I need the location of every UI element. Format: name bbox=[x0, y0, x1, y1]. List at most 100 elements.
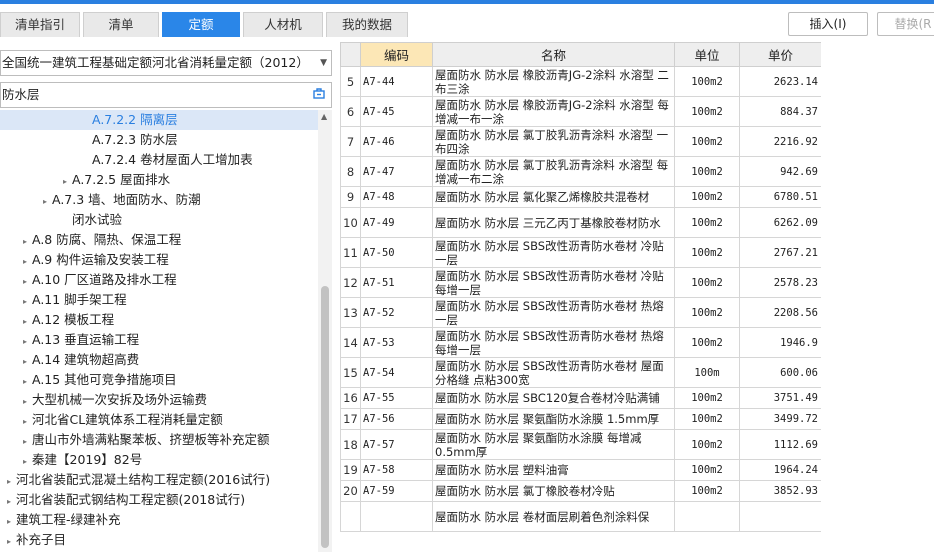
table-row[interactable]: 16 A7-55 屋面防水 防水层 SBC120复合卷材冷贴满铺 100m2 3751.… bbox=[340, 387, 821, 409]
tree-node-label: A.8 防腐、隔热、保温工程 bbox=[32, 232, 182, 247]
tree-scrollbar[interactable]: ▲ bbox=[318, 110, 332, 552]
expand-arrow-icon[interactable]: ▸ bbox=[2, 512, 16, 532]
tree-node[interactable]: ▸ A.11 脚手架工程 bbox=[0, 290, 127, 310]
expand-arrow-icon[interactable]: ▸ bbox=[18, 352, 32, 372]
table-row[interactable]: 15 A7-54 屋面防水 防水层 SBS改性沥青防水卷材 屋面分格缝 点粘300宽… bbox=[340, 357, 821, 388]
table-row[interactable]: 20 A7-59 屋面防水 防水层 氯丁橡胶卷材冷贴 100m2 3852.93 bbox=[340, 480, 821, 502]
row-index: 20 bbox=[340, 480, 361, 502]
row-unit: 100m2 bbox=[674, 297, 740, 328]
row-index: 12 bbox=[340, 267, 361, 298]
row-index: 5 bbox=[340, 66, 361, 97]
expand-arrow-icon[interactable]: ▸ bbox=[2, 492, 16, 512]
table-row[interactable]: 9 A7-48 屋面防水 防水层 氯化聚乙烯橡胶共混卷材 100m2 6780.51 bbox=[340, 186, 821, 208]
tree-node[interactable]: ▸ A.14 建筑物超高费 bbox=[0, 350, 139, 370]
table-row[interactable]: 6 A7-45 屋面防水 防水层 橡胶沥青JG-2涂料 水溶型 每增减一布一涂 100… bbox=[340, 96, 821, 127]
quota-tree: A.7.2.2 隔离层 A.7.2.3 防水层 A.7.2.4 卷材屋面人工增加表 ▸… bbox=[0, 110, 318, 552]
tree-node[interactable]: ▸ 河北省CL建筑体系工程消耗量定额 bbox=[0, 410, 223, 430]
expand-arrow-icon[interactable]: ▸ bbox=[18, 432, 32, 452]
tree-node[interactable]: ▸ A.7.3 墙、地面防水、防潮 bbox=[0, 190, 201, 210]
chevron-down-icon[interactable]: ▼ bbox=[320, 51, 327, 75]
row-unit bbox=[674, 501, 740, 532]
row-unit: 100m2 bbox=[674, 480, 740, 502]
table-row[interactable]: 17 A7-56 屋面防水 防水层 聚氨酯防水涂膜 1.5mm厚 100m2 3499.… bbox=[340, 408, 821, 430]
tab-dinge[interactable]: 定额 bbox=[162, 12, 240, 37]
tree-node[interactable]: ▸ A.9 构件运输及安装工程 bbox=[0, 250, 169, 270]
table-row[interactable]: 11 A7-50 屋面防水 防水层 SBS改性沥青防水卷材 冷贴 一层 100m2 27… bbox=[340, 237, 821, 268]
table-row[interactable]: 19 A7-58 屋面防水 防水层 塑料油膏 100m2 1964.24 bbox=[340, 459, 821, 481]
left-panel: 全国统一建筑工程基础定额河北省消耗量定额（2012） ▼ 防水层 A.7.2.2… bbox=[0, 42, 333, 552]
tree-node[interactable]: ▸ A.7.2.5 屋面排水 bbox=[0, 170, 170, 190]
expand-arrow-icon[interactable]: ▸ bbox=[18, 392, 32, 412]
tree-node[interactable]: ▸ 大型机械一次安拆及场外运输费 bbox=[0, 390, 207, 410]
tree-node[interactable]: ▸ A.10 厂区道路及排水工程 bbox=[0, 270, 177, 290]
expand-arrow-icon[interactable]: ▸ bbox=[2, 532, 16, 552]
tab-qingdan-zhiyin[interactable]: 清单指引 bbox=[0, 12, 80, 37]
tree-node[interactable]: ▸ 建筑工程-绿建补充 bbox=[0, 510, 121, 530]
col-header-price[interactable]: 单价 bbox=[739, 42, 821, 67]
tab-rencaiji[interactable]: 人材机 bbox=[243, 12, 323, 37]
row-code: A7-46 bbox=[360, 126, 433, 157]
tree-node[interactable]: A.7.2.2 隔离层 bbox=[0, 110, 318, 130]
expand-arrow-icon[interactable]: ▸ bbox=[18, 292, 32, 312]
tree-node[interactable]: ▸ 唐山市外墙满粘聚苯板、挤塑板等补充定额 bbox=[0, 430, 270, 450]
row-code: A7-48 bbox=[360, 186, 433, 208]
table-row[interactable]: 屋面防水 防水层 卷材面层刷着色剂涂料保 bbox=[340, 501, 821, 532]
tree-node[interactable]: ▸ 河北省装配式钢结构工程定额(2018试行) bbox=[0, 490, 245, 510]
row-name: 屋面防水 防水层 聚氨酯防水涂膜 每增减0.5mm厚 bbox=[432, 429, 675, 460]
table-row[interactable]: 8 A7-47 屋面防水 防水层 氯丁胶乳沥青涂料 水溶型 每增减一布二涂 100m2… bbox=[340, 156, 821, 187]
expand-arrow-icon[interactable]: ▸ bbox=[18, 232, 32, 252]
table-row[interactable]: 5 A7-44 屋面防水 防水层 橡胶沥青JG-2涂料 水溶型 二布三涂 100m2 2… bbox=[340, 66, 821, 97]
tree-node[interactable]: ▸ 秦建【2019】82号 bbox=[0, 450, 142, 470]
table-row[interactable]: 7 A7-46 屋面防水 防水层 氯丁胶乳沥青涂料 水溶型 一布四涂 100m2 221… bbox=[340, 126, 821, 157]
expand-arrow-icon[interactable]: ▸ bbox=[18, 412, 32, 432]
tree-node-label: 河北省装配式混凝土结构工程定额(2016试行) bbox=[16, 472, 271, 487]
tree-node[interactable]: ▸ 补充子目 bbox=[0, 530, 66, 550]
expand-arrow-icon[interactable]: ▸ bbox=[18, 332, 32, 352]
tree-node-label: A.7.2.2 隔离层 bbox=[92, 112, 178, 127]
expand-arrow-icon[interactable]: ▸ bbox=[18, 272, 32, 292]
row-index bbox=[340, 501, 361, 532]
tree-node[interactable]: ▸ A.8 防腐、隔热、保温工程 bbox=[0, 230, 181, 250]
expand-arrow-icon[interactable]: ▸ bbox=[18, 312, 32, 332]
col-header-index bbox=[340, 42, 361, 67]
col-header-code[interactable]: 编码 bbox=[360, 42, 433, 67]
replace-button[interactable]: 替换(R bbox=[877, 12, 934, 36]
expand-arrow-icon[interactable]: ▸ bbox=[2, 472, 16, 492]
tree-node[interactable]: ▸ 河北省装配式混凝土结构工程定额(2016试行) bbox=[0, 470, 270, 490]
tree-node-label: A.7.2.3 防水层 bbox=[92, 132, 178, 147]
expand-arrow-icon[interactable]: ▸ bbox=[58, 172, 72, 192]
table-row[interactable]: 18 A7-57 屋面防水 防水层 聚氨酯防水涂膜 每增减0.5mm厚 100m2 11… bbox=[340, 429, 821, 460]
table-row[interactable]: 12 A7-51 屋面防水 防水层 SBS改性沥青防水卷材 冷贴 每增一层 100m2… bbox=[340, 267, 821, 298]
row-price: 1112.69 bbox=[739, 429, 821, 460]
tab-my-data[interactable]: 我的数据 bbox=[326, 12, 408, 37]
row-unit: 100m bbox=[674, 357, 740, 388]
row-unit: 100m2 bbox=[674, 126, 740, 157]
search-input[interactable]: 防水层 bbox=[0, 82, 332, 108]
insert-button[interactable]: 插入(I) bbox=[788, 12, 868, 36]
quota-library-dropdown[interactable]: 全国统一建筑工程基础定额河北省消耗量定额（2012） ▼ bbox=[0, 50, 332, 76]
row-name: 屋面防水 防水层 塑料油膏 bbox=[432, 459, 675, 481]
row-code: A7-58 bbox=[360, 459, 433, 481]
table-row[interactable]: 13 A7-52 屋面防水 防水层 SBS改性沥青防水卷材 热熔 一层 100m2 22… bbox=[340, 297, 821, 328]
tree-node[interactable]: ▸ A.13 垂直运输工程 bbox=[0, 330, 139, 350]
col-header-unit[interactable]: 单位 bbox=[674, 42, 740, 67]
col-header-name[interactable]: 名称 bbox=[432, 42, 675, 67]
scroll-up-icon[interactable]: ▲ bbox=[321, 112, 327, 121]
expand-arrow-icon[interactable]: ▸ bbox=[18, 452, 32, 472]
expand-arrow-icon[interactable]: ▸ bbox=[38, 192, 52, 212]
tree-node[interactable]: 闭水试验 bbox=[0, 210, 122, 230]
row-index: 10 bbox=[340, 207, 361, 238]
row-code: A7-52 bbox=[360, 297, 433, 328]
tree-node[interactable]: A.7.2.3 防水层 bbox=[0, 130, 178, 150]
table-row[interactable]: 14 A7-53 屋面防水 防水层 SBS改性沥青防水卷材 热熔 每增一层 100m2… bbox=[340, 327, 821, 358]
table-row[interactable]: 10 A7-49 屋面防水 防水层 三元乙丙丁基橡胶卷材防水 100m2 6262.09 bbox=[340, 207, 821, 238]
scrollbar-thumb[interactable] bbox=[321, 286, 329, 548]
expand-arrow-icon[interactable]: ▸ bbox=[18, 252, 32, 272]
row-code: A7-57 bbox=[360, 429, 433, 460]
tree-node[interactable]: ▸ A.15 其他可竞争措施项目 bbox=[0, 370, 177, 390]
locate-icon[interactable] bbox=[312, 86, 326, 100]
tab-qingdan[interactable]: 清单 bbox=[83, 12, 159, 37]
expand-arrow-icon[interactable]: ▸ bbox=[18, 372, 32, 392]
tree-node[interactable]: ▸ A.12 模板工程 bbox=[0, 310, 114, 330]
tree-node[interactable]: A.7.2.4 卷材屋面人工增加表 bbox=[0, 150, 253, 170]
